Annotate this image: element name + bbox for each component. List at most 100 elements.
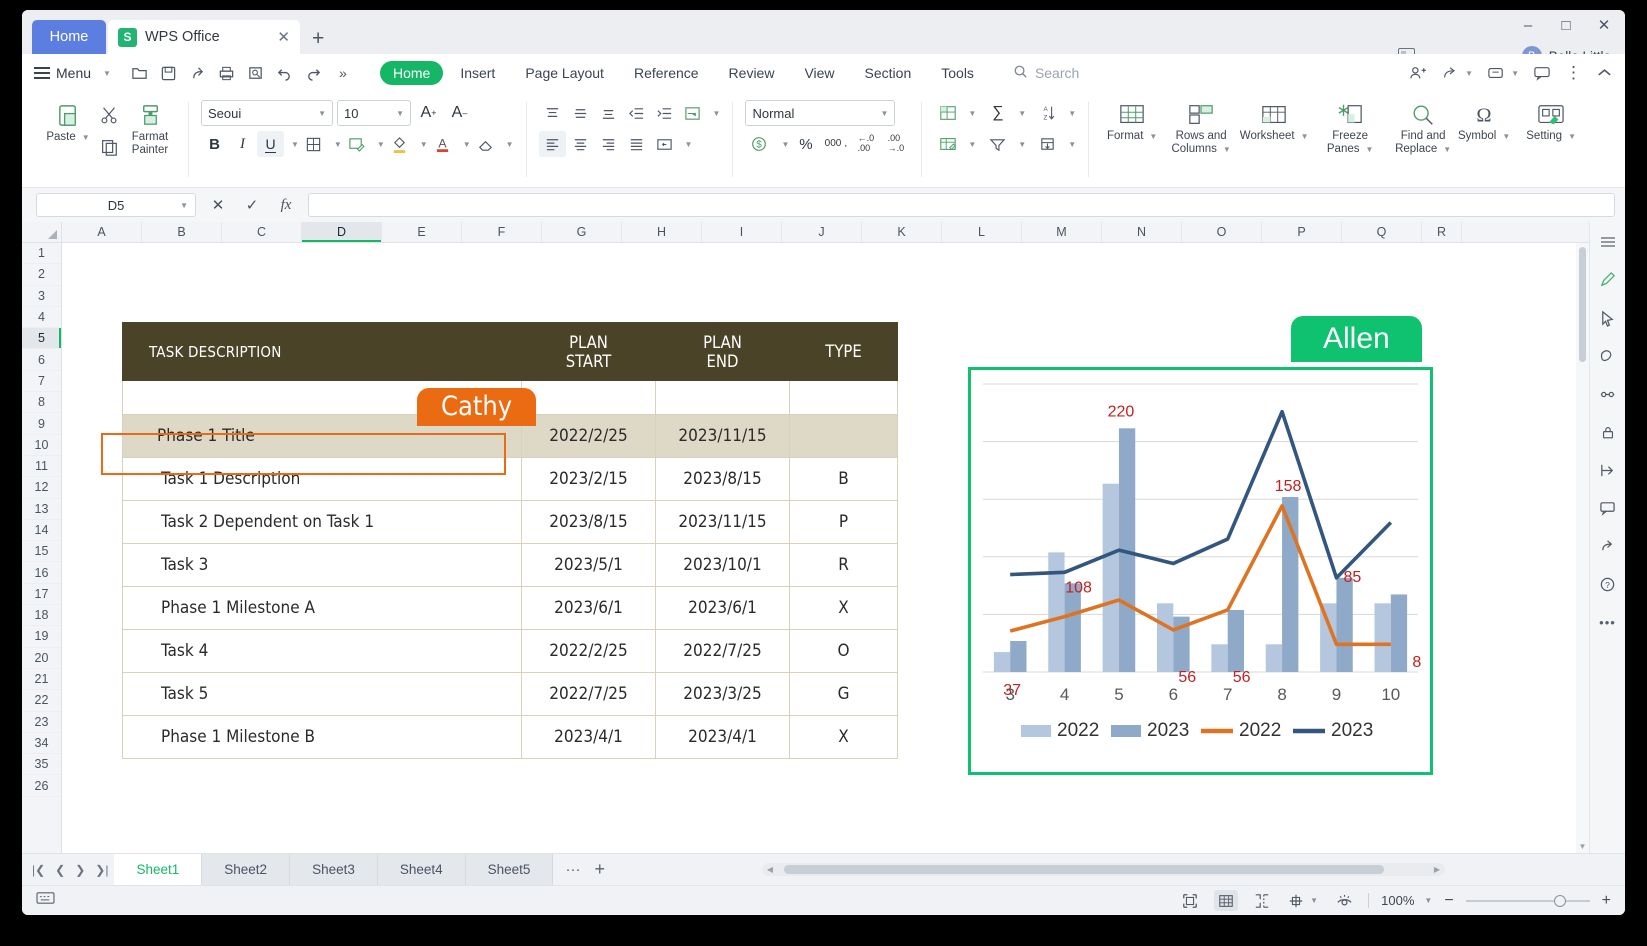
- sheet-tab-sheet1[interactable]: Sheet1: [114, 854, 202, 885]
- tab-reference[interactable]: Reference: [621, 61, 712, 85]
- scroll-down-icon[interactable]: ▼: [1576, 840, 1589, 853]
- autofilter-icon[interactable]: [1034, 131, 1061, 157]
- zoom-slider[interactable]: [1466, 900, 1590, 902]
- row-header-5[interactable]: 5: [22, 328, 61, 349]
- more-menu-icon[interactable]: [1595, 230, 1621, 254]
- currency-chevron-down-icon[interactable]: ▼: [781, 140, 789, 149]
- filter-chevron-down-icon[interactable]: ▼: [1018, 140, 1026, 149]
- undo-icon[interactable]: [272, 60, 298, 86]
- table-row[interactable]: Phase 1 Milestone B2023/4/12023/4/1X: [123, 716, 898, 759]
- share-icon[interactable]: [185, 60, 211, 86]
- format-button[interactable]: Format▼: [1101, 96, 1163, 143]
- font-size-combo[interactable]: 10▼: [337, 100, 411, 126]
- row-header-19[interactable]: 19: [22, 626, 61, 647]
- fill-color-chevron-down-icon[interactable]: ▼: [420, 140, 428, 149]
- scroll-right-icon[interactable]: ▶: [1429, 863, 1445, 876]
- row-header-4[interactable]: 4: [22, 307, 61, 328]
- underline-chevron-down-icon[interactable]: ▼: [291, 140, 299, 149]
- grow-font-icon[interactable]: A+: [415, 100, 442, 126]
- more-icon[interactable]: »: [330, 60, 356, 86]
- table-style-icon[interactable]: [934, 131, 961, 157]
- row-header-7[interactable]: 7: [22, 371, 61, 392]
- conditional-format-icon[interactable]: [934, 100, 961, 126]
- share-icon[interactable]: [1595, 534, 1621, 558]
- zoom-in-button[interactable]: +: [1602, 892, 1611, 910]
- font-name-combo[interactable]: Seoui▼: [201, 100, 333, 126]
- conditional-format-chevron-down-icon[interactable]: ▼: [968, 109, 976, 118]
- chart-tools-icon[interactable]: [1595, 382, 1621, 406]
- column-header-i[interactable]: I: [702, 222, 782, 242]
- autosum-icon[interactable]: ∑: [984, 100, 1011, 126]
- cursor-icon[interactable]: [1595, 306, 1621, 330]
- row-header-14[interactable]: 14: [22, 520, 61, 541]
- row-header-3[interactable]: 3: [22, 286, 61, 307]
- decrease-decimal-icon[interactable]: .00→.0: [882, 131, 909, 157]
- font-color-chevron-down-icon[interactable]: ▼: [463, 140, 471, 149]
- sort-chevron-down-icon[interactable]: ▼: [1068, 109, 1076, 118]
- more-vertical-icon[interactable]: ⋮: [1565, 68, 1582, 78]
- vertical-scrollbar[interactable]: ▲ ▼: [1576, 243, 1589, 853]
- column-header-r[interactable]: R: [1422, 222, 1462, 242]
- borders-chevron-down-icon[interactable]: ▼: [334, 140, 342, 149]
- page-break-icon[interactable]: [1250, 890, 1274, 911]
- align-left-icon[interactable]: [539, 131, 566, 157]
- comment-icon[interactable]: [1533, 65, 1551, 81]
- search-input[interactable]: Search: [1013, 64, 1079, 82]
- new-tab-icon[interactable]: +: [312, 28, 324, 49]
- row-header-12[interactable]: 12: [22, 477, 61, 498]
- row-header-22[interactable]: 22: [22, 690, 61, 711]
- table-style-chevron-down-icon[interactable]: ▼: [968, 140, 976, 149]
- align-right-icon[interactable]: [595, 131, 622, 157]
- worksheet-button[interactable]: Worksheet▼: [1239, 96, 1309, 143]
- last-sheet-icon[interactable]: ❯|: [95, 863, 108, 877]
- collapse-ribbon-icon[interactable]: [1596, 66, 1613, 80]
- maximize-icon[interactable]: □: [1555, 17, 1577, 34]
- zoom-slider-knob[interactable]: [1554, 895, 1566, 907]
- table-row[interactable]: Task 52022/7/252023/3/25G: [123, 673, 898, 716]
- align-top-icon[interactable]: [539, 100, 566, 126]
- redo-icon[interactable]: [301, 60, 327, 86]
- column-header-m[interactable]: M: [1022, 222, 1102, 242]
- cell-style-chevron-down-icon[interactable]: ▼: [377, 140, 385, 149]
- format-painter-button[interactable]: Farmat Painter: [124, 96, 176, 157]
- comment-icon[interactable]: [1595, 496, 1621, 520]
- column-header-k[interactable]: K: [862, 222, 942, 242]
- zoom-level[interactable]: 100% ▼: [1381, 893, 1432, 908]
- column-header-l[interactable]: L: [942, 222, 1022, 242]
- merge-cells-icon[interactable]: [651, 131, 678, 157]
- table-row[interactable]: Phase 1 Milestone A2023/6/12023/6/1X: [123, 587, 898, 630]
- symbol-button[interactable]: Ω Symbol▼: [1455, 96, 1513, 143]
- row-header-1[interactable]: 1: [22, 243, 61, 264]
- print-icon[interactable]: [214, 60, 240, 86]
- keyboard-icon[interactable]: [36, 890, 55, 911]
- rows-and-columns-button[interactable]: Rows and Columns▼: [1163, 96, 1239, 156]
- chart-object[interactable]: 3710822056561588583456789102022202320222…: [968, 367, 1433, 775]
- tab-tools[interactable]: Tools: [928, 61, 987, 85]
- freeze-panes-button[interactable]: Freeze Panes▼: [1309, 96, 1391, 156]
- row-header-11[interactable]: 11: [22, 456, 61, 477]
- lock-icon[interactable]: [1595, 420, 1621, 444]
- page-view-icon[interactable]: [1178, 890, 1202, 911]
- bold-button[interactable]: B: [201, 131, 228, 157]
- tab-review[interactable]: Review: [716, 61, 788, 85]
- comma-style-icon[interactable]: 000,: [822, 131, 849, 157]
- row-header-16[interactable]: 16: [22, 562, 61, 583]
- save-icon[interactable]: [156, 60, 182, 86]
- filter-icon[interactable]: [984, 131, 1011, 157]
- document-tab[interactable]: S WPS Office ✕: [108, 20, 300, 54]
- help-icon[interactable]: ?: [1595, 572, 1621, 596]
- decrease-indent-icon[interactable]: [623, 100, 650, 126]
- row-header-18[interactable]: 18: [22, 605, 61, 626]
- wrap-text-chevron-down-icon[interactable]: ▼: [713, 109, 721, 118]
- row-header-8[interactable]: 8: [22, 392, 61, 413]
- close-window-icon[interactable]: ✕: [1593, 16, 1615, 34]
- wrap-text-icon[interactable]: [679, 100, 706, 126]
- normal-view-icon[interactable]: [1214, 890, 1238, 911]
- eye-icon[interactable]: [1332, 890, 1356, 911]
- row-header-23[interactable]: 23: [22, 712, 61, 733]
- increase-indent-icon[interactable]: [651, 100, 678, 126]
- zoom-out-button[interactable]: −: [1444, 892, 1453, 910]
- autofilter-chevron-down-icon[interactable]: ▼: [1068, 140, 1076, 149]
- column-header-c[interactable]: C: [222, 222, 302, 242]
- prev-sheet-icon[interactable]: ❮: [55, 863, 65, 877]
